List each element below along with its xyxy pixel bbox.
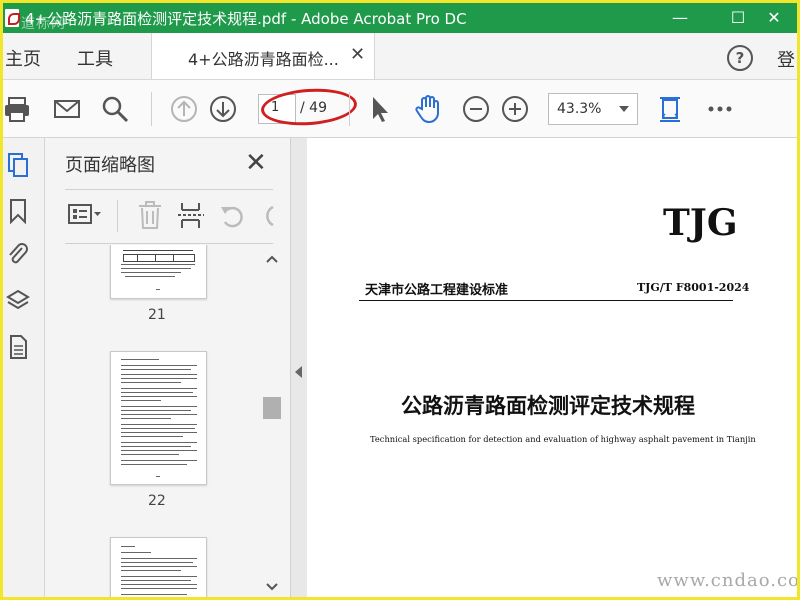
tab-close-icon[interactable]: ✕ — [350, 44, 365, 65]
thumbnail-label: 22 — [148, 493, 166, 509]
document-properties-icon[interactable] — [6, 334, 30, 360]
insert-page-icon[interactable] — [177, 200, 205, 230]
zoom-select[interactable]: 43.3% — [548, 93, 638, 125]
page-thumbnail[interactable] — [110, 537, 207, 597]
minimize-button[interactable]: — — [657, 3, 703, 33]
close-window-button[interactable]: ✕ — [751, 3, 797, 33]
zoom-in-icon[interactable] — [500, 94, 530, 124]
toolbar-separator — [349, 92, 350, 126]
search-icon[interactable] — [100, 94, 130, 124]
acrobat-logo-icon — [5, 9, 20, 27]
page-up-icon[interactable] — [169, 94, 199, 124]
chevron-down-icon — [619, 106, 629, 112]
panel-title: 页面缩略图 — [65, 155, 155, 176]
standard-brand: TJG — [663, 202, 738, 244]
menu-home[interactable]: 主页 — [5, 45, 41, 71]
document-tab[interactable]: 4+公路沥青路面检... ✕ — [151, 33, 375, 79]
page-thumbnail[interactable] — [110, 245, 207, 299]
rotate-left-icon[interactable] — [219, 202, 247, 230]
options-menu-icon[interactable] — [68, 202, 102, 228]
site-watermark: www.cndao.com — [657, 570, 797, 591]
delete-icon[interactable] — [137, 200, 163, 230]
logo-watermark: 道标网 — [21, 16, 66, 32]
email-icon[interactable] — [52, 94, 82, 124]
menu-tools[interactable]: 工具 — [77, 45, 113, 71]
attachment-icon[interactable] — [6, 242, 30, 268]
collapse-panel-icon[interactable] — [295, 366, 302, 378]
select-cursor-icon[interactable] — [365, 94, 395, 124]
fit-page-icon[interactable] — [655, 94, 685, 124]
left-rail — [3, 138, 45, 597]
panel-toolbar — [65, 194, 275, 238]
print-icon[interactable] — [3, 94, 33, 124]
zoom-value: 43.3% — [557, 101, 602, 117]
menu-bar: 主页 工具 4+公路沥青路面检... ✕ ? 登 — [3, 33, 797, 80]
header-rule — [359, 300, 733, 301]
standard-code: TJG/T F8001-2024 — [637, 281, 750, 294]
page-thumbnail[interactable] — [110, 351, 207, 485]
panel-separator — [117, 200, 118, 232]
help-icon[interactable]: ? — [727, 45, 753, 71]
scroll-up-icon[interactable] — [266, 255, 278, 263]
document-tab-label: 4+公路沥青路面检... — [188, 50, 339, 69]
layers-icon[interactable] — [6, 288, 30, 314]
panel-close-icon[interactable]: ✕ — [245, 148, 267, 178]
document-view[interactable]: TJG 天津市公路工程建设标准 TJG/T F8001-2024 公路沥青路面检… — [307, 138, 797, 597]
pdf-page: TJG 天津市公路工程建设标准 TJG/T F8001-2024 公路沥青路面检… — [307, 138, 797, 597]
panel-divider — [65, 243, 273, 244]
scrollbar-thumb[interactable] — [263, 397, 281, 419]
toolbar: 1 / 49 43.3% — [3, 80, 797, 138]
zoom-out-icon[interactable] — [461, 94, 491, 124]
rotate-right-icon[interactable] — [259, 202, 275, 230]
thumbnail-scrollbar[interactable] — [263, 245, 281, 597]
more-icon[interactable] — [705, 94, 735, 124]
thumbnail-label: 21 — [148, 307, 166, 323]
panel-divider — [65, 189, 273, 190]
window-title: 4+公路沥青路面检测评定技术规程.pdf - Adobe Acrobat Pro… — [25, 10, 467, 28]
page-thumbnails-icon[interactable] — [6, 152, 30, 178]
bookmark-icon[interactable] — [6, 198, 30, 224]
document-subtitle: Technical specification for detection an… — [370, 434, 756, 444]
thumbnail-panel: 页面缩略图 ✕ 21 22 — [45, 138, 290, 597]
login-link[interactable]: 登 — [777, 46, 795, 72]
app-window: 4+公路沥青路面检测评定技术规程.pdf - Adobe Acrobat Pro… — [0, 0, 800, 600]
document-title: 公路沥青路面检测评定技术规程 — [401, 394, 695, 418]
hand-tool-icon[interactable] — [413, 94, 443, 124]
page-down-icon[interactable] — [208, 94, 238, 124]
panel-splitter[interactable] — [290, 138, 308, 597]
standard-name: 天津市公路工程建设标准 — [365, 283, 509, 298]
scroll-down-icon[interactable] — [266, 583, 278, 591]
toolbar-separator — [151, 92, 152, 126]
thumbnail-list: 21 22 — [45, 245, 290, 597]
title-bar: 4+公路沥青路面检测评定技术规程.pdf - Adobe Acrobat Pro… — [3, 3, 797, 33]
annotation-oval — [259, 85, 359, 129]
